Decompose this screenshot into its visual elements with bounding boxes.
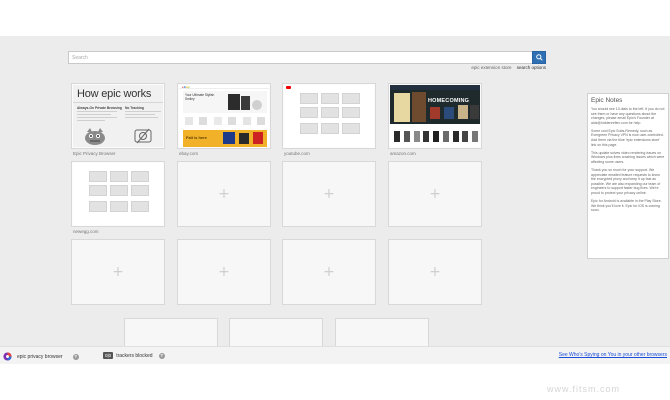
watermark: www.fitsm.com	[546, 384, 620, 394]
empty-speed-dial-slot[interactable]: +	[177, 239, 271, 305]
newegg-product-grid	[89, 171, 149, 196]
youtube-video-grid-2	[300, 123, 360, 134]
speed-dial-page: epic extension store search options How …	[0, 36, 670, 346]
amazon-hero-banner: HOMECOMING	[390, 90, 480, 124]
tile-label: Epic Privacy Browser	[73, 151, 116, 156]
speed-dial-tile-epic[interactable]: How epic works Always-On Private Browsin…	[71, 83, 165, 149]
add-site-icon: +	[218, 264, 230, 280]
add-site-icon: +	[112, 264, 124, 280]
epic-brand[interactable]: epic privacy browser ?	[3, 352, 79, 361]
youtube-thumbnail	[284, 85, 374, 147]
speed-dial-tile-amazon[interactable]: HOMECOMING	[388, 83, 482, 149]
empty-speed-dial-slot[interactable]: +	[282, 239, 376, 305]
epic-feature-text-1	[77, 111, 117, 121]
tile-label: ebay.com	[179, 151, 199, 156]
trackers-blocked-indicator[interactable]: 0|0 trackers blocked ?	[103, 352, 165, 359]
epic-notes-panel: Epic Notes You should see 13 dials to th…	[587, 93, 669, 259]
search-icon	[535, 54, 543, 61]
epic-notes-paragraph: Some cool Epic Subs-Remedy, such as Ever…	[591, 128, 664, 147]
extension-store-link[interactable]: epic extension store	[471, 65, 511, 70]
help-icon[interactable]: ?	[72, 353, 79, 360]
trackers-blocked-label: trackers blocked	[116, 352, 153, 359]
epic-how-it-works-thumbnail: How epic works Always-On Private Browsin…	[73, 85, 163, 147]
epic-feature-text-2	[125, 111, 161, 118]
ebay-promo-banner: Fall is here	[183, 130, 267, 147]
epic-feature-heading-2: No Tracking	[125, 106, 144, 110]
empty-speed-dial-slot[interactable]	[335, 318, 429, 346]
add-site-icon: +	[323, 264, 335, 280]
see-who-is-spying-link[interactable]: See Who's Spying on You in your other br…	[559, 352, 667, 358]
add-site-icon: +	[218, 186, 230, 202]
add-site-icon: +	[429, 186, 441, 202]
newegg-thumbnail	[73, 163, 163, 225]
epic-notes-paragraph: Epic for Android is available in the Pla…	[591, 199, 662, 213]
empty-speed-dial-slot[interactable]: +	[177, 161, 271, 227]
tile-label: youtube.com	[284, 151, 310, 156]
speed-dial-tile-newegg[interactable]	[71, 161, 165, 227]
search-options-link[interactable]: search options	[517, 65, 546, 70]
tile-label: amazon.com	[390, 151, 416, 156]
no-tracking-icon	[134, 128, 152, 144]
ebay-hero-headline: Your Ultimate Stylish Smiley	[185, 93, 215, 101]
ebay-header: e b a y	[179, 85, 269, 89]
epic-thumbnail-title: How epic works	[77, 88, 152, 100]
tile-label: newegg.com	[73, 229, 99, 234]
youtube-logo-icon	[286, 86, 291, 89]
add-site-icon: +	[429, 264, 441, 280]
speed-dial-tile-ebay[interactable]: e b a y Your Ultimate Stylish Smiley Fal…	[177, 83, 271, 149]
amazon-thumbnail: HOMECOMING	[390, 85, 480, 147]
ebay-promo-text: Fall is here	[186, 135, 207, 140]
speed-dial-tile-youtube[interactable]	[282, 83, 376, 149]
status-bar: epic privacy browser ? 0|0 trackers bloc…	[0, 346, 670, 364]
search-input[interactable]	[68, 51, 532, 64]
add-site-icon: +	[323, 186, 335, 202]
amazon-product-row	[394, 131, 478, 142]
epic-notes-paragraph: This update solves video rendering issue…	[591, 150, 665, 164]
empty-speed-dial-slot[interactable]: +	[71, 239, 165, 305]
help-icon[interactable]: ?	[158, 352, 165, 359]
tracker-monster-icon	[85, 128, 105, 145]
empty-speed-dial-slot[interactable]: +	[282, 161, 376, 227]
ebay-thumbnail: e b a y Your Ultimate Stylish Smiley Fal…	[179, 85, 269, 147]
epic-notes-paragraph: Thank you so much for your support. We a…	[591, 168, 661, 195]
search-bar	[68, 51, 546, 64]
ebay-category-row	[185, 117, 265, 125]
trackers-count-badge: 0|0	[103, 352, 114, 359]
empty-speed-dial-slot[interactable]	[229, 318, 323, 346]
search-button[interactable]	[532, 51, 546, 64]
empty-speed-dial-slot[interactable]: +	[388, 161, 482, 227]
empty-speed-dial-slot[interactable]: +	[388, 239, 482, 305]
empty-speed-dial-slot[interactable]	[124, 318, 218, 346]
epic-feature-heading-1: Always-On Private Browsing	[77, 106, 122, 110]
amazon-banner-text: HOMECOMING	[428, 98, 470, 104]
epic-notes-paragraph: You should see 13 dials to the left. If …	[591, 107, 665, 125]
ebay-hero-banner: Your Ultimate Stylish Smiley	[183, 91, 267, 113]
epic-notes-title: Epic Notes	[591, 97, 623, 104]
epic-brand-label: epic privacy browser	[17, 353, 63, 360]
youtube-video-grid	[300, 93, 360, 118]
newegg-product-grid-2	[89, 201, 149, 212]
epic-logo-icon	[3, 352, 12, 361]
search-links: epic extension store search options	[440, 65, 546, 70]
